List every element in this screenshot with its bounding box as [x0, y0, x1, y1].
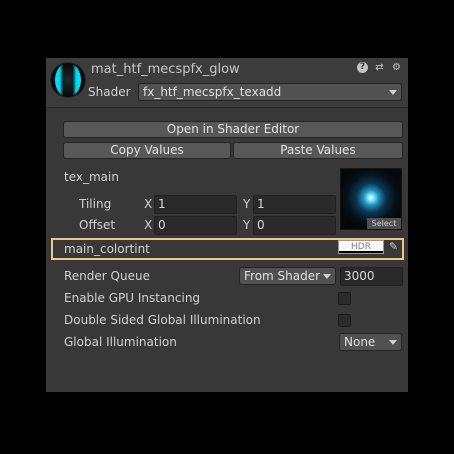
material-name: mat_htf_mecspfx_glow: [91, 62, 240, 77]
chevron-down-icon: [389, 340, 397, 345]
tiling-y-input[interactable]: 1: [253, 195, 336, 214]
open-shader-editor-button[interactable]: Open in Shader Editor: [63, 121, 403, 138]
render-queue-dropdown[interactable]: From Shader: [239, 267, 336, 285]
global-illumination-value: None: [344, 335, 376, 349]
tiling-label: Tiling: [79, 197, 112, 211]
gpu-instancing-label: Enable GPU Instancing: [64, 291, 201, 305]
double-sided-gi-label: Double Sided Global Illumination: [64, 313, 261, 327]
double-sided-gi-checkbox[interactable]: [338, 314, 351, 327]
global-illumination-dropdown[interactable]: None: [339, 333, 402, 351]
texture-select-button[interactable]: Select: [367, 218, 401, 229]
material-header: mat_htf_mecspfx_glow ? ⇄ ⚙ Shader fx_htf…: [46, 58, 408, 108]
global-illumination-label: Global Illumination: [64, 335, 177, 349]
tex-main-label: tex_main: [64, 170, 119, 184]
texture-slot[interactable]: Select: [340, 168, 402, 230]
tiling-x-label: X: [144, 197, 153, 211]
offset-y-input[interactable]: 0: [253, 216, 336, 235]
settings-icon[interactable]: ⚙: [391, 62, 402, 73]
tiling-x-input[interactable]: 1: [154, 195, 237, 214]
eyedropper-icon[interactable]: ✎: [387, 240, 400, 254]
shader-dropdown-value: fx_htf_mecspfx_texadd: [143, 85, 282, 99]
preset-icon[interactable]: ⇄: [374, 62, 385, 73]
offset-x-label: X: [144, 218, 153, 232]
colortint-color-field[interactable]: HDR: [338, 240, 384, 254]
gpu-instancing-checkbox[interactable]: [338, 292, 351, 305]
render-queue-label: Render Queue: [64, 269, 150, 283]
shader-label: Shader: [88, 85, 131, 99]
material-inspector: mat_htf_mecspfx_glow ? ⇄ ⚙ Shader fx_htf…: [46, 58, 408, 392]
render-queue-mode: From Shader: [244, 269, 321, 283]
alpha-bar: [339, 251, 383, 253]
offset-label: Offset: [79, 218, 116, 232]
tiling-y-label: Y: [243, 197, 251, 211]
chevron-down-icon: [389, 90, 397, 95]
chevron-down-icon: [323, 274, 331, 279]
copy-values-button[interactable]: Copy Values: [63, 142, 231, 159]
render-queue-input[interactable]: 3000: [340, 267, 403, 286]
help-icon[interactable]: ?: [357, 62, 368, 73]
colortint-label: main_colortint: [64, 242, 150, 256]
paste-values-button[interactable]: Paste Values: [233, 142, 403, 159]
offset-x-input[interactable]: 0: [154, 216, 237, 235]
material-preview-icon: [50, 62, 86, 98]
offset-y-label: Y: [243, 218, 251, 232]
shader-dropdown[interactable]: fx_htf_mecspfx_texadd: [138, 83, 402, 101]
